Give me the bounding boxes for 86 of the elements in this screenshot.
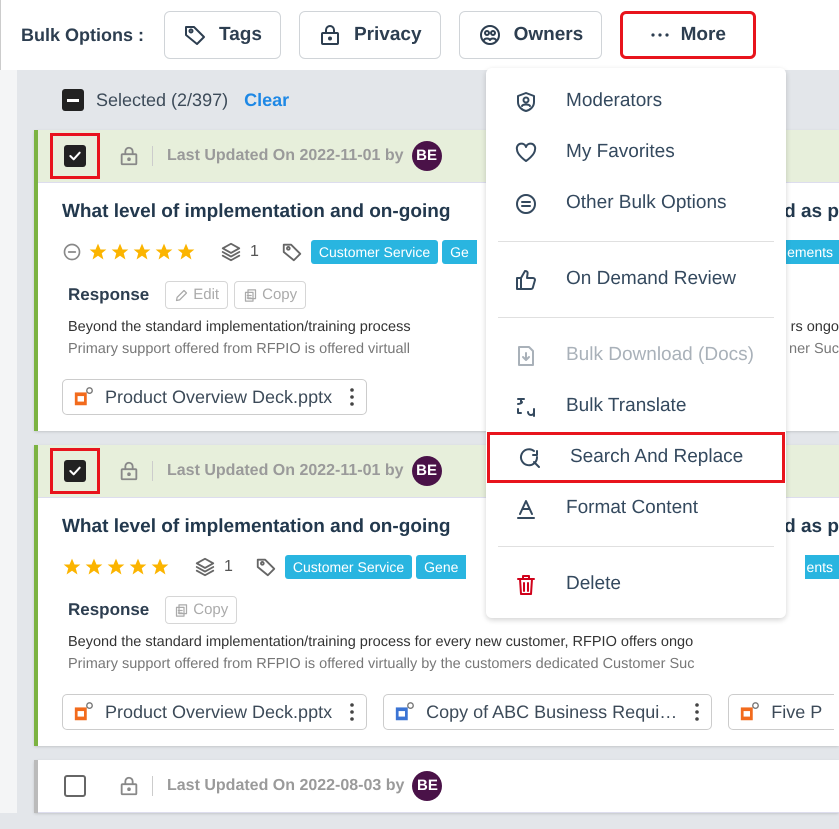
response-label: Response <box>68 599 150 622</box>
tag-icon <box>183 23 207 47</box>
version-count: 1 <box>250 242 259 262</box>
response-text: Beyond the standard implementation/training process for every new customer, RFPIO offers ongo <box>68 633 694 652</box>
tag-chip: Gene <box>416 555 466 579</box>
file-link-icon <box>73 386 95 408</box>
kebab-menu-icon <box>350 388 354 406</box>
menu-item[interactable]: Moderators <box>486 76 786 127</box>
attachment-chip[interactable]: Copy of ABC Business Requi… <box>383 694 712 730</box>
more-icon <box>650 33 669 37</box>
row-checkbox[interactable] <box>64 460 86 482</box>
pencil-icon <box>174 288 190 302</box>
lock-icon <box>118 775 140 797</box>
file-link-icon <box>73 701 95 723</box>
question-text: What level of implementation and on-going <box>62 514 450 539</box>
menu-item[interactable]: My Favorites <box>486 127 786 178</box>
lock-icon <box>118 145 140 167</box>
toolbar-button[interactable]: Tags <box>164 11 281 59</box>
attachment-name: Product Overview Deck.pptx <box>105 700 332 724</box>
star-icon <box>88 242 108 262</box>
circle-lines-icon <box>514 192 538 216</box>
star-icon <box>132 242 152 262</box>
attachment-name: Product Overview Deck.pptx <box>105 386 332 409</box>
layers-icon <box>194 556 216 578</box>
menu-item[interactable]: Bulk Translate <box>486 381 786 432</box>
copy-icon <box>243 288 258 302</box>
star-icon <box>154 242 174 262</box>
heart-icon <box>514 140 538 164</box>
thumbs-up-icon <box>514 268 538 292</box>
lock-icon <box>118 460 140 482</box>
attachment-name: Copy of ABC Business Requi… <box>426 700 678 724</box>
tag-chip: ents <box>804 555 839 579</box>
response-text: Beyond the standard implementation/training process <box>68 318 411 337</box>
tag-icon <box>280 241 303 263</box>
attachment-chip[interactable]: Five P <box>728 694 834 730</box>
attachment-chip[interactable]: Product Overview Deck.pptx <box>62 694 368 730</box>
response-text: rs ongo <box>790 318 839 337</box>
user-avatar: BE <box>412 771 442 801</box>
kebab-menu-icon <box>350 703 354 721</box>
version-count: 1 <box>224 557 233 577</box>
file-link-icon <box>394 701 416 723</box>
tag-chip: Ge <box>442 240 477 264</box>
question-text: What level of implementation and on-going <box>62 200 450 224</box>
menu-item[interactable]: Delete <box>486 559 786 610</box>
user-avatar: BE <box>412 456 442 486</box>
people-icon <box>478 23 502 47</box>
star-icon <box>84 557 104 577</box>
search-icon <box>518 446 542 470</box>
shield-user-icon <box>514 90 538 114</box>
user-avatar: BE <box>412 141 442 171</box>
menu-item[interactable]: On Demand Review <box>486 254 786 305</box>
star-icon <box>62 557 82 577</box>
menu-item[interactable]: Search And Replace <box>487 432 785 483</box>
toolbar-button[interactable]: Owners <box>458 11 602 59</box>
copy-icon <box>174 602 190 618</box>
row-checkbox[interactable] <box>64 145 86 167</box>
attachment-name: Five P <box>771 700 822 724</box>
last-updated-text: Last Updated On 2022-11-01 by <box>167 461 404 481</box>
star-icon <box>128 557 148 577</box>
response-text: Primary support offered from RFPIO is offered virtually by the customers dedicated Customer Suc <box>68 655 694 674</box>
menu-item[interactable]: Format Content <box>486 483 786 534</box>
star-icon <box>106 557 126 577</box>
star-icon <box>176 242 196 262</box>
toolbar-button[interactable]: More <box>620 11 756 59</box>
tag-chip: ements <box>785 240 839 264</box>
selected-count: Selected (2/397) <box>96 88 228 112</box>
bulk-options-label: Bulk Options : <box>21 24 144 47</box>
trash-icon <box>514 572 538 596</box>
row-checkbox[interactable] <box>64 775 86 797</box>
menu-item[interactable]: Other Bulk Options <box>486 178 786 229</box>
tag-chip: Customer Service <box>310 240 438 264</box>
tag-icon <box>254 556 277 578</box>
star-icon <box>150 557 170 577</box>
toolbar-button[interactable]: Privacy <box>298 11 441 59</box>
attachment-chip[interactable]: Product Overview Deck.pptx <box>62 379 368 415</box>
layers-icon <box>220 241 242 263</box>
last-updated-text: Last Updated On 2022-11-01 by <box>167 146 404 166</box>
select-all-checkbox[interactable] <box>62 89 84 111</box>
star-icon <box>110 242 130 262</box>
tag-chip: Customer Service <box>284 555 412 579</box>
kebab-menu-icon <box>695 703 700 721</box>
last-updated-text: Last Updated On 2022-08-03 by <box>167 776 404 796</box>
response-text: ner Suc <box>789 340 839 359</box>
file-link-icon <box>739 701 762 723</box>
response-text: Primary support offered from RFPIO is offered virtuall <box>68 340 410 359</box>
response-label: Response <box>68 284 150 306</box>
